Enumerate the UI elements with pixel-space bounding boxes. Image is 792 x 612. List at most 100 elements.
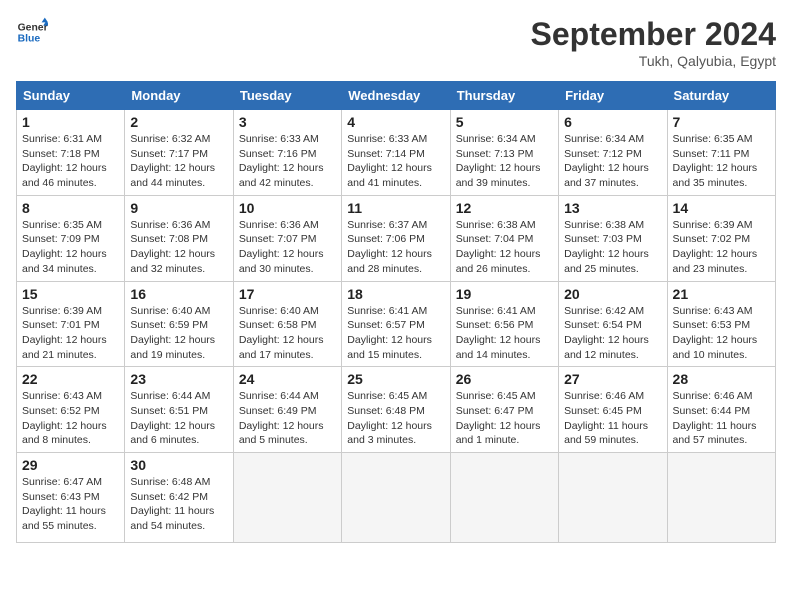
daylight-label: Daylight: 12 hours and 17 minutes. <box>239 334 324 361</box>
calendar-cell: 1 Sunrise: 6:31 AM Sunset: 7:18 PM Dayli… <box>17 110 125 196</box>
day-info: Sunrise: 6:41 AM Sunset: 6:57 PM Dayligh… <box>347 304 444 363</box>
title-block: September 2024 Tukh, Qalyubia, Egypt <box>531 16 776 69</box>
calendar-week-1: 8 Sunrise: 6:35 AM Sunset: 7:09 PM Dayli… <box>17 195 776 281</box>
day-info: Sunrise: 6:37 AM Sunset: 7:06 PM Dayligh… <box>347 218 444 277</box>
daylight-label: Daylight: 12 hours and 12 minutes. <box>564 334 649 361</box>
location: Tukh, Qalyubia, Egypt <box>531 53 776 69</box>
sunrise-label: Sunrise: 6:45 AM <box>456 390 536 402</box>
sunrise-label: Sunrise: 6:36 AM <box>130 219 210 231</box>
daylight-label: Daylight: 12 hours and 6 minutes. <box>130 420 215 447</box>
sunrise-label: Sunrise: 6:38 AM <box>564 219 644 231</box>
day-info: Sunrise: 6:44 AM Sunset: 6:49 PM Dayligh… <box>239 389 336 448</box>
sunset-label: Sunset: 7:13 PM <box>456 148 534 160</box>
day-number: 30 <box>130 457 227 473</box>
sunset-label: Sunset: 6:48 PM <box>347 405 425 417</box>
calendar-cell: 24 Sunrise: 6:44 AM Sunset: 6:49 PM Dayl… <box>233 367 341 453</box>
day-info: Sunrise: 6:33 AM Sunset: 7:16 PM Dayligh… <box>239 132 336 191</box>
day-info: Sunrise: 6:42 AM Sunset: 6:54 PM Dayligh… <box>564 304 661 363</box>
day-info: Sunrise: 6:35 AM Sunset: 7:09 PM Dayligh… <box>22 218 119 277</box>
sunset-label: Sunset: 6:53 PM <box>673 319 751 331</box>
day-info: Sunrise: 6:40 AM Sunset: 6:58 PM Dayligh… <box>239 304 336 363</box>
day-number: 10 <box>239 200 336 216</box>
calendar-cell: 13 Sunrise: 6:38 AM Sunset: 7:03 PM Dayl… <box>559 195 667 281</box>
sunset-label: Sunset: 7:12 PM <box>564 148 642 160</box>
daylight-label: Daylight: 12 hours and 37 minutes. <box>564 162 649 189</box>
daylight-label: Daylight: 12 hours and 39 minutes. <box>456 162 541 189</box>
sunset-label: Sunset: 7:03 PM <box>564 233 642 245</box>
day-info: Sunrise: 6:38 AM Sunset: 7:03 PM Dayligh… <box>564 218 661 277</box>
day-number: 17 <box>239 286 336 302</box>
logo-icon: General Blue <box>16 16 48 48</box>
daylight-label: Daylight: 12 hours and 28 minutes. <box>347 248 432 275</box>
day-number: 13 <box>564 200 661 216</box>
day-number: 27 <box>564 371 661 387</box>
day-info: Sunrise: 6:43 AM Sunset: 6:53 PM Dayligh… <box>673 304 770 363</box>
day-info: Sunrise: 6:36 AM Sunset: 7:07 PM Dayligh… <box>239 218 336 277</box>
day-info: Sunrise: 6:33 AM Sunset: 7:14 PM Dayligh… <box>347 132 444 191</box>
sunrise-label: Sunrise: 6:38 AM <box>456 219 536 231</box>
svg-text:General: General <box>18 22 48 33</box>
page-header: General Blue September 2024 Tukh, Qalyub… <box>16 16 776 69</box>
sunrise-label: Sunrise: 6:42 AM <box>564 305 644 317</box>
sunrise-label: Sunrise: 6:41 AM <box>347 305 427 317</box>
sunrise-label: Sunrise: 6:40 AM <box>130 305 210 317</box>
sunrise-label: Sunrise: 6:43 AM <box>673 305 753 317</box>
day-number: 22 <box>22 371 119 387</box>
daylight-label: Daylight: 12 hours and 26 minutes. <box>456 248 541 275</box>
sunset-label: Sunset: 7:18 PM <box>22 148 100 160</box>
sunset-label: Sunset: 6:59 PM <box>130 319 208 331</box>
calendar-cell: 20 Sunrise: 6:42 AM Sunset: 6:54 PM Dayl… <box>559 281 667 367</box>
sunrise-label: Sunrise: 6:44 AM <box>239 390 319 402</box>
calendar-cell: 8 Sunrise: 6:35 AM Sunset: 7:09 PM Dayli… <box>17 195 125 281</box>
day-info: Sunrise: 6:31 AM Sunset: 7:18 PM Dayligh… <box>22 132 119 191</box>
day-info: Sunrise: 6:48 AM Sunset: 6:42 PM Dayligh… <box>130 475 227 534</box>
sunset-label: Sunset: 6:43 PM <box>22 491 100 503</box>
calendar-cell: 21 Sunrise: 6:43 AM Sunset: 6:53 PM Dayl… <box>667 281 775 367</box>
day-info: Sunrise: 6:45 AM Sunset: 6:47 PM Dayligh… <box>456 389 553 448</box>
sunset-label: Sunset: 7:16 PM <box>239 148 317 160</box>
calendar-cell: 25 Sunrise: 6:45 AM Sunset: 6:48 PM Dayl… <box>342 367 450 453</box>
daylight-label: Daylight: 11 hours and 54 minutes. <box>130 505 214 532</box>
daylight-label: Daylight: 12 hours and 25 minutes. <box>564 248 649 275</box>
daylight-label: Daylight: 12 hours and 21 minutes. <box>22 334 107 361</box>
column-header-friday: Friday <box>559 82 667 110</box>
day-number: 28 <box>673 371 770 387</box>
day-info: Sunrise: 6:46 AM Sunset: 6:44 PM Dayligh… <box>673 389 770 448</box>
daylight-label: Daylight: 12 hours and 1 minute. <box>456 420 541 447</box>
daylight-label: Daylight: 12 hours and 3 minutes. <box>347 420 432 447</box>
daylight-label: Daylight: 12 hours and 32 minutes. <box>130 248 215 275</box>
sunrise-label: Sunrise: 6:32 AM <box>130 133 210 145</box>
sunset-label: Sunset: 6:42 PM <box>130 491 208 503</box>
day-number: 29 <box>22 457 119 473</box>
calendar-cell: 4 Sunrise: 6:33 AM Sunset: 7:14 PM Dayli… <box>342 110 450 196</box>
sunrise-label: Sunrise: 6:48 AM <box>130 476 210 488</box>
sunset-label: Sunset: 7:11 PM <box>673 148 750 160</box>
daylight-label: Daylight: 12 hours and 35 minutes. <box>673 162 758 189</box>
day-number: 3 <box>239 114 336 130</box>
day-number: 25 <box>347 371 444 387</box>
calendar-cell: 3 Sunrise: 6:33 AM Sunset: 7:16 PM Dayli… <box>233 110 341 196</box>
calendar-cell: 17 Sunrise: 6:40 AM Sunset: 6:58 PM Dayl… <box>233 281 341 367</box>
daylight-label: Daylight: 12 hours and 8 minutes. <box>22 420 107 447</box>
day-number: 18 <box>347 286 444 302</box>
day-info: Sunrise: 6:39 AM Sunset: 7:02 PM Dayligh… <box>673 218 770 277</box>
day-info: Sunrise: 6:41 AM Sunset: 6:56 PM Dayligh… <box>456 304 553 363</box>
daylight-label: Daylight: 12 hours and 14 minutes. <box>456 334 541 361</box>
sunset-label: Sunset: 7:04 PM <box>456 233 534 245</box>
sunrise-label: Sunrise: 6:37 AM <box>347 219 427 231</box>
sunrise-label: Sunrise: 6:46 AM <box>564 390 644 402</box>
logo: General Blue <box>16 16 48 48</box>
column-header-wednesday: Wednesday <box>342 82 450 110</box>
column-header-sunday: Sunday <box>17 82 125 110</box>
daylight-label: Daylight: 12 hours and 30 minutes. <box>239 248 324 275</box>
column-header-monday: Monday <box>125 82 233 110</box>
day-number: 26 <box>456 371 553 387</box>
daylight-label: Daylight: 12 hours and 34 minutes. <box>22 248 107 275</box>
calendar-table: SundayMondayTuesdayWednesdayThursdayFrid… <box>16 81 776 543</box>
day-number: 15 <box>22 286 119 302</box>
calendar-cell: 28 Sunrise: 6:46 AM Sunset: 6:44 PM Dayl… <box>667 367 775 453</box>
day-number: 14 <box>673 200 770 216</box>
column-header-saturday: Saturday <box>667 82 775 110</box>
day-info: Sunrise: 6:39 AM Sunset: 7:01 PM Dayligh… <box>22 304 119 363</box>
sunset-label: Sunset: 6:51 PM <box>130 405 208 417</box>
